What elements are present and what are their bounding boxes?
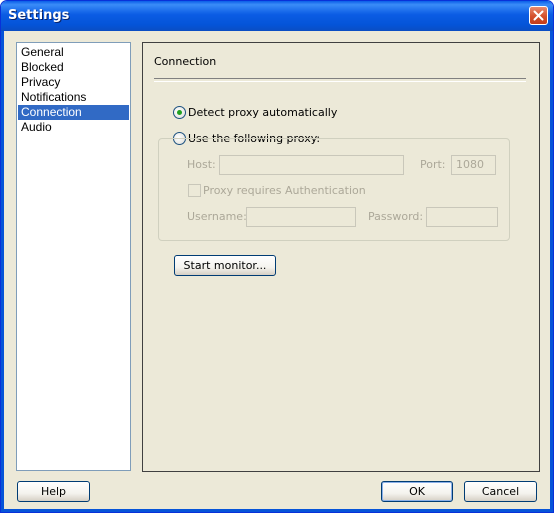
settings-category-list[interactable]: General Blocked Privacy Notifications Co…	[16, 42, 131, 471]
sidebar-item-connection[interactable]: Connection	[18, 105, 129, 120]
cancel-button[interactable]: Cancel	[464, 481, 537, 502]
connection-panel: Connection Detect proxy automatically Us…	[142, 42, 540, 472]
proxy-auth-checkbox[interactable]	[188, 184, 201, 197]
close-button[interactable]	[529, 6, 548, 25]
window-border-left	[1, 31, 4, 512]
host-label: Host:	[187, 158, 216, 171]
title-bar[interactable]: Settings	[1, 1, 553, 31]
detect-proxy-label[interactable]: Detect proxy automatically	[188, 106, 337, 119]
section-divider	[154, 78, 526, 82]
start-monitor-button[interactable]: Start monitor...	[174, 255, 276, 276]
sidebar-item-privacy[interactable]: Privacy	[18, 75, 129, 90]
radio-selected-dot	[177, 110, 182, 115]
ok-button[interactable]: OK	[381, 481, 453, 502]
password-input[interactable]	[426, 207, 498, 227]
username-input[interactable]	[246, 207, 356, 227]
port-label: Port:	[420, 158, 446, 171]
window-border-right	[550, 31, 553, 512]
window-border-bottom	[1, 509, 553, 512]
username-label: Username:	[187, 210, 247, 223]
sidebar-item-audio[interactable]: Audio	[18, 120, 129, 135]
detect-proxy-radio[interactable]	[173, 106, 186, 119]
close-icon	[533, 10, 544, 21]
section-title: Connection	[154, 55, 217, 68]
help-button[interactable]: Help	[17, 481, 90, 502]
sidebar-item-general[interactable]: General	[18, 45, 129, 60]
sidebar-item-blocked[interactable]: Blocked	[18, 60, 129, 75]
window-title: Settings	[8, 8, 70, 23]
sidebar-item-notifications[interactable]: Notifications	[18, 90, 129, 105]
password-label: Password:	[368, 210, 424, 223]
port-input[interactable]: 1080	[451, 155, 496, 175]
proxy-settings-group: Host: Port: 1080 Proxy requires Authenti…	[158, 138, 510, 241]
settings-window: Settings General Blocked Privacy Notific…	[0, 0, 554, 513]
host-input[interactable]	[219, 155, 404, 175]
proxy-auth-label[interactable]: Proxy requires Authentication	[203, 184, 366, 197]
